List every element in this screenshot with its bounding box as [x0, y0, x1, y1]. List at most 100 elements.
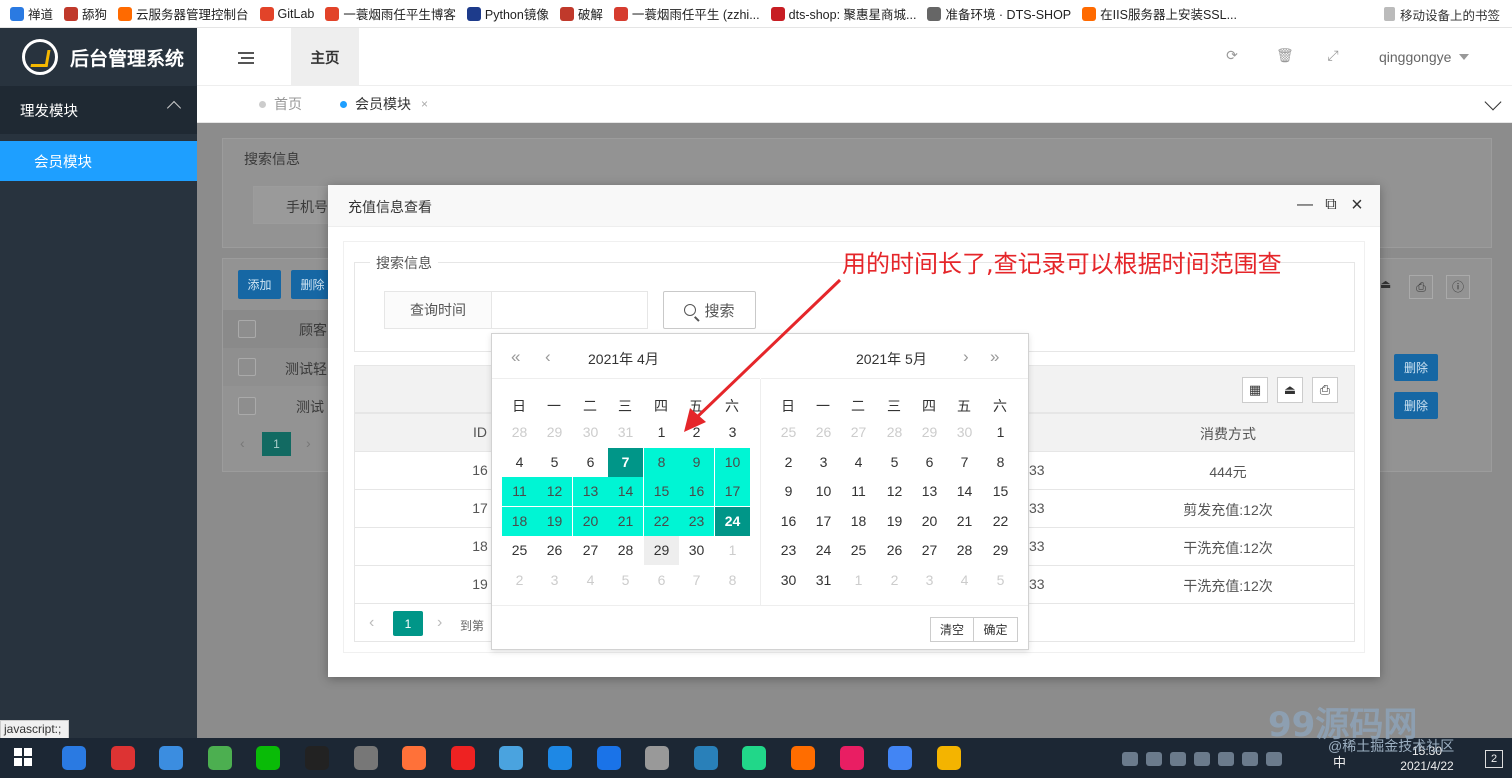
windows-start-icon[interactable]: [14, 748, 32, 766]
bookmark-item[interactable]: dts-shop: 聚惠星商城...: [770, 4, 916, 23]
calendar-day[interactable]: 28: [877, 418, 912, 447]
bg-add-button[interactable]: 添加: [238, 270, 281, 299]
taskbar-app-icon[interactable]: [62, 746, 86, 770]
calendar-day[interactable]: 10: [806, 477, 841, 506]
calendar-day[interactable]: 10: [715, 448, 750, 477]
volume-icon[interactable]: [1266, 752, 1282, 766]
chevron-up-icon[interactable]: [1122, 752, 1138, 766]
calendar-day[interactable]: 14: [947, 477, 982, 506]
calendar-day[interactable]: 30: [679, 536, 714, 565]
taskbar-app-icon[interactable]: [353, 746, 378, 770]
calendar-day[interactable]: 26: [537, 536, 572, 565]
calendar-day[interactable]: 11: [502, 477, 537, 506]
calendar-day[interactable]: 18: [502, 507, 537, 536]
calendar-day[interactable]: 2: [771, 448, 806, 477]
taskbar-app-icon[interactable]: [596, 746, 621, 770]
bg-row-delete-button[interactable]: 删除: [1394, 392, 1438, 419]
taskbar-app-icon[interactable]: [402, 746, 427, 770]
calendar-day[interactable]: 1: [983, 418, 1018, 447]
calendar-day[interactable]: 28: [502, 418, 537, 447]
calendar-day[interactable]: 19: [877, 507, 912, 536]
calendar-day[interactable]: 4: [573, 566, 608, 595]
calendar-left-title[interactable]: 2021年 4月: [588, 349, 659, 369]
taskbar-app-icon[interactable]: [936, 746, 961, 770]
app-logo[interactable]: 后台管理系统: [0, 28, 197, 86]
calendar-day[interactable]: 1: [841, 566, 876, 595]
export-icon[interactable]: ⏏: [1277, 377, 1303, 403]
calendar-day[interactable]: 1: [715, 536, 750, 565]
wifi-icon[interactable]: [1170, 752, 1186, 766]
calendar-day[interactable]: 8: [715, 566, 750, 595]
taskbar-app-icon[interactable]: [499, 746, 524, 770]
calendar-day[interactable]: 3: [537, 566, 572, 595]
calendar-day[interactable]: 31: [608, 418, 643, 447]
trash-icon[interactable]: 🗑: [1276, 48, 1294, 62]
calendar-day[interactable]: 9: [679, 448, 714, 477]
calendar-day[interactable]: 22: [644, 507, 679, 536]
calendar-day[interactable]: 4: [947, 566, 982, 595]
taskbar-app-icon[interactable]: [256, 746, 281, 770]
page-current[interactable]: 1: [393, 611, 423, 636]
tab-home[interactable]: 首页: [259, 86, 302, 122]
refresh-icon[interactable]: ⟳: [1225, 48, 1239, 62]
calendar-day[interactable]: 19: [537, 507, 572, 536]
bookmark-item[interactable]: 准备环境 · DTS-SHOP: [927, 4, 1071, 23]
calendar-day[interactable]: 14: [608, 477, 643, 506]
calendar-day[interactable]: 4: [841, 448, 876, 477]
calendar-day[interactable]: 5: [877, 448, 912, 477]
calendar-day[interactable]: 29: [983, 536, 1018, 565]
maximize-icon[interactable]: ⧉: [1322, 196, 1340, 214]
calendar-day[interactable]: 4: [502, 448, 537, 477]
taskbar-app-icon[interactable]: [742, 746, 767, 770]
close-icon[interactable]: ×: [421, 97, 428, 111]
calendar-day[interactable]: 21: [947, 507, 982, 536]
bookmark-item[interactable]: 破解: [559, 4, 603, 23]
close-icon[interactable]: ×: [1348, 195, 1366, 215]
calendar-day[interactable]: 27: [573, 536, 608, 565]
calendar-day[interactable]: 7: [608, 448, 643, 477]
bookmark-item[interactable]: 一蓑烟雨任平生 (zzhi...: [613, 4, 760, 23]
calendar-day[interactable]: 5: [983, 566, 1018, 595]
calendar-day[interactable]: 25: [502, 536, 537, 565]
minimize-icon[interactable]: —: [1296, 196, 1314, 214]
confirm-button[interactable]: 确定: [973, 617, 1018, 642]
tab-member[interactable]: 会员模块 ×: [340, 86, 428, 122]
header-home-tab[interactable]: 主页: [291, 28, 359, 86]
qq-icon[interactable]: [1194, 752, 1210, 766]
calendar-day[interactable]: 24: [806, 536, 841, 565]
calendar-day[interactable]: 13: [573, 477, 608, 506]
next-month-icon[interactable]: ›: [963, 348, 969, 366]
calendar-day[interactable]: 8: [983, 448, 1018, 477]
taskbar-app-icon[interactable]: [305, 746, 329, 770]
calendar-day[interactable]: 2: [877, 566, 912, 595]
calendar-day[interactable]: 22: [983, 507, 1018, 536]
calendar-day[interactable]: 18: [841, 507, 876, 536]
calendar-day[interactable]: 25: [841, 536, 876, 565]
bg-checkbox-all[interactable]: [238, 320, 256, 338]
wechat-icon[interactable]: [1218, 752, 1234, 766]
calendar-day[interactable]: 15: [983, 477, 1018, 506]
next-year-icon[interactable]: »: [990, 348, 999, 366]
taskbar-app-icon[interactable]: [839, 746, 864, 770]
bookmark-item[interactable]: Python镜像: [466, 4, 549, 23]
calendar-day[interactable]: 29: [912, 418, 947, 447]
calendar-right-title[interactable]: 2021年 5月: [856, 349, 927, 369]
next-page-icon[interactable]: ›: [437, 614, 442, 632]
calendar-day[interactable]: 16: [679, 477, 714, 506]
calendar-day[interactable]: 7: [679, 566, 714, 595]
calendar-day[interactable]: 17: [715, 477, 750, 506]
calendar-day[interactable]: 9: [771, 477, 806, 506]
taskbar-app-icon[interactable]: [693, 746, 718, 770]
calendar-day[interactable]: 30: [771, 566, 806, 595]
calendar-day[interactable]: 27: [912, 536, 947, 565]
prev-page-icon[interactable]: ‹: [369, 614, 374, 632]
taskbar-app-icon[interactable]: [791, 746, 815, 770]
calendar-day[interactable]: 8: [644, 448, 679, 477]
taskbar-app-icon[interactable]: [888, 746, 913, 770]
calendar-day[interactable]: 3: [912, 566, 947, 595]
taskbar-app-icon[interactable]: [450, 746, 475, 770]
sidebar-group-barber[interactable]: 理发模块: [0, 86, 197, 134]
calendar-day[interactable]: 6: [573, 448, 608, 477]
calendar-day[interactable]: 24: [715, 507, 750, 536]
calendar-day[interactable]: 5: [537, 448, 572, 477]
